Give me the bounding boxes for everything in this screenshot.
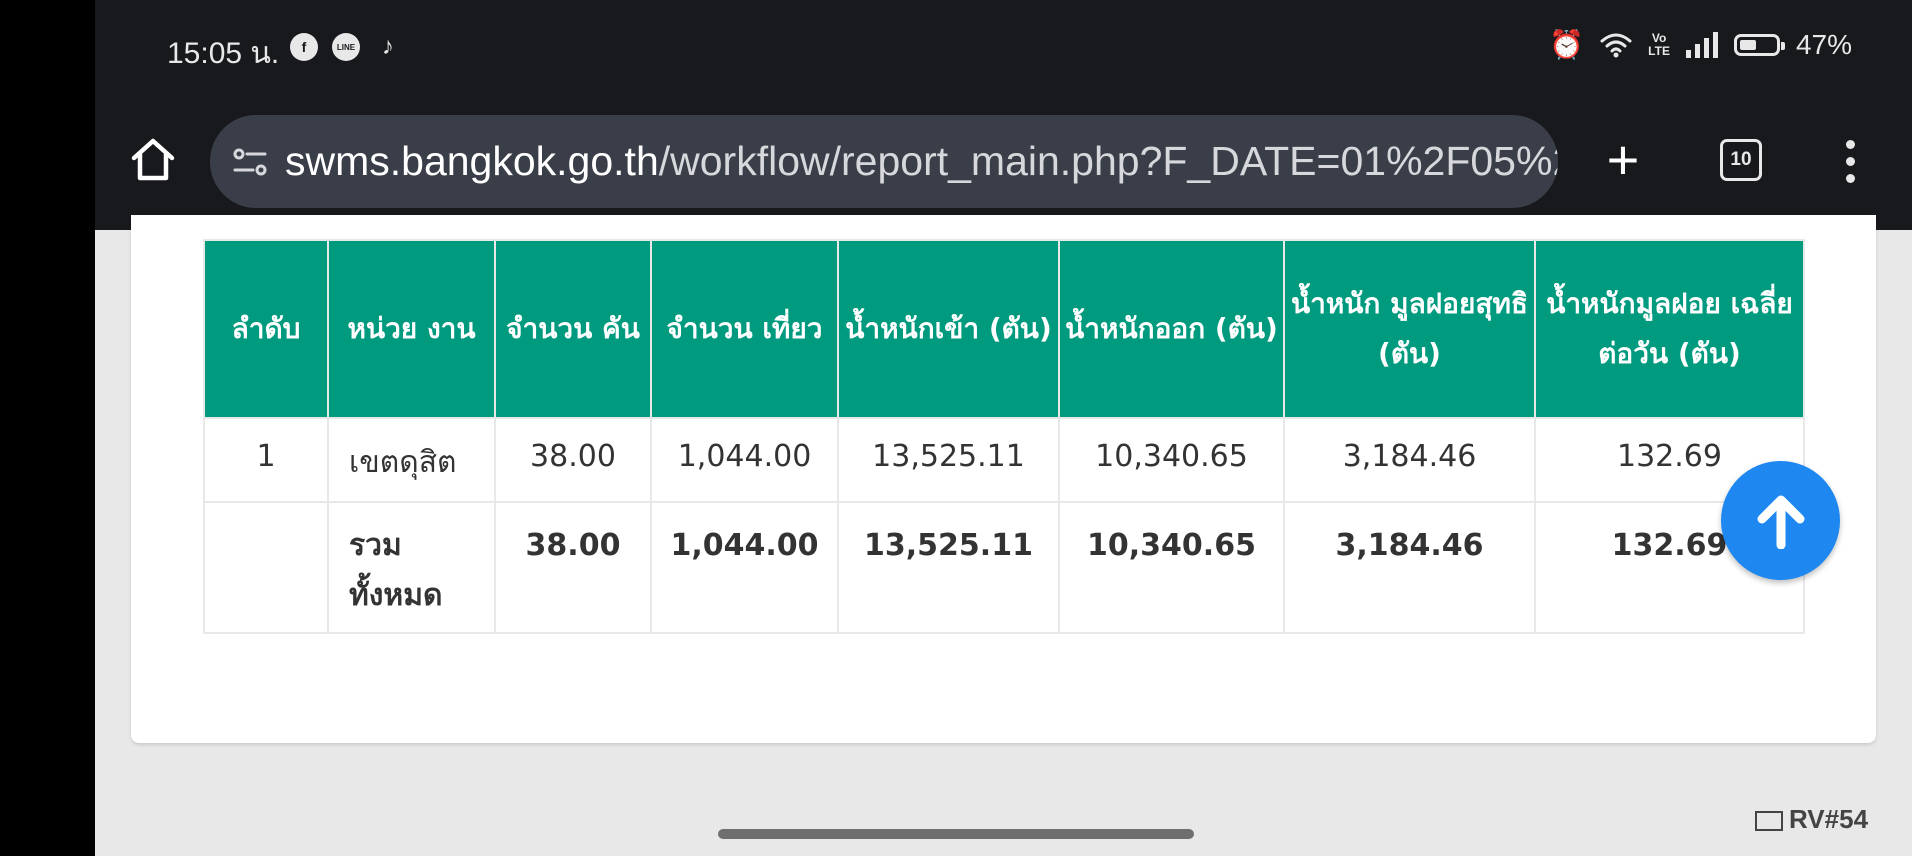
url-path: /workflow/report_main.php?F_DATE=01%2F05… xyxy=(658,138,1558,184)
table-total-row: รวม ทั้งหมด 38.00 1,044.00 13,525.11 10,… xyxy=(203,501,1805,634)
cell-total-weight-out: 10,340.65 xyxy=(1058,501,1285,634)
header-cell: จำนวน คัน xyxy=(494,239,652,419)
cell-trips: 1,044.00 xyxy=(650,417,839,503)
table-row: 1 เขตดุสิต 38.00 1,044.00 13,525.11 10,3… xyxy=(203,417,1805,503)
cell-total-label: รวม ทั้งหมด xyxy=(327,501,496,634)
site-settings-icon[interactable] xyxy=(232,144,268,180)
cell-no: 1 xyxy=(203,417,329,503)
volte-indicator: Vo LTE xyxy=(1648,30,1670,58)
url-text[interactable]: swms.bangkok.go.th/workflow/report_main.… xyxy=(285,115,1558,208)
status-app-icons: f LINE ♪ xyxy=(290,33,402,61)
cell-net-weight: 3,184.46 xyxy=(1283,417,1536,503)
cell-vehicles: 38.00 xyxy=(494,417,652,503)
cell-total-trips: 1,044.00 xyxy=(650,501,839,634)
gesture-nav-bar[interactable] xyxy=(718,829,1194,839)
header-cell: น้ำหนักออก (ตัน) xyxy=(1058,239,1285,419)
address-bar[interactable]: swms.bangkok.go.th/workflow/report_main.… xyxy=(210,115,1558,208)
header-cell: จำนวน เที่ยว xyxy=(650,239,839,419)
battery-fill xyxy=(1739,39,1756,50)
battery-icon xyxy=(1733,33,1785,56)
alarm-icon: ⏰ xyxy=(1549,29,1585,60)
report-table: ลำดับ หน่วย งาน จำนวน คัน จำนวน เที่ยว น… xyxy=(203,239,1805,634)
battery-percent: 47% xyxy=(1795,28,1852,60)
cell-weight-in: 13,525.11 xyxy=(837,417,1060,503)
version-text: RV#54 xyxy=(1789,804,1869,834)
tab-switcher-button[interactable]: 10 xyxy=(1720,139,1762,181)
version-footer: RV#54 xyxy=(1755,804,1868,835)
url-host: swms.bangkok.go.th xyxy=(285,138,659,184)
tiktok-icon: ♪ xyxy=(382,33,394,60)
scroll-to-top-button[interactable] xyxy=(1721,461,1840,580)
checkbox-icon xyxy=(1755,811,1783,832)
arrow-up-icon xyxy=(1757,495,1804,549)
header-cell: น้ำหนักเข้า (ตัน) xyxy=(837,239,1060,419)
status-time: 15:05 น. xyxy=(167,37,280,70)
line-icon: LINE xyxy=(332,33,360,61)
header-cell: หน่วย งาน xyxy=(327,239,496,419)
signal-icon xyxy=(1685,31,1718,58)
table-header-row: ลำดับ หน่วย งาน จำนวน คัน จำนวน เที่ยว น… xyxy=(203,239,1805,419)
volte-bottom: LTE xyxy=(1648,43,1670,58)
wifi-icon xyxy=(1600,33,1632,57)
cell-total-weight-in: 13,525.11 xyxy=(837,501,1060,634)
header-cell: น้ำหนักมูลฝอย เฉลี่ยต่อวัน (ตัน) xyxy=(1534,239,1805,419)
more-menu-icon[interactable] xyxy=(1846,140,1855,183)
cell-unit: เขตดุสิต xyxy=(327,417,496,503)
left-black-strip xyxy=(0,0,95,856)
cell-total-no xyxy=(203,501,329,634)
status-right: ⏰ Vo LTE 47% xyxy=(1549,28,1852,61)
header-cell: ลำดับ xyxy=(203,239,329,419)
cell-weight-out: 10,340.65 xyxy=(1058,417,1285,503)
home-button[interactable] xyxy=(130,136,176,182)
cell-total-vehicles: 38.00 xyxy=(494,501,652,634)
new-tab-button[interactable]: + xyxy=(1598,132,1648,188)
cell-total-net-weight: 3,184.46 xyxy=(1283,501,1536,634)
header-cell: น้ำหนัก มูลฝอยสุทธิ (ตัน) xyxy=(1283,239,1536,419)
facebook-icon: f xyxy=(290,33,318,61)
volte-top: Vo xyxy=(1651,30,1667,45)
